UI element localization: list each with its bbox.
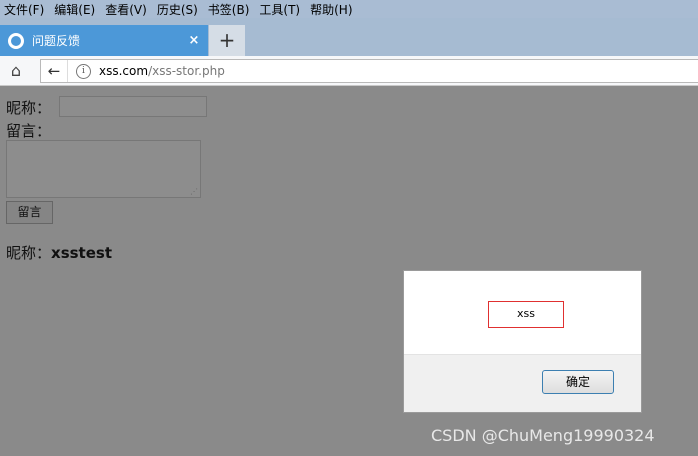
alert-body: xss [404,271,641,354]
alert-dialog: xss 确定 [403,270,642,413]
new-tab-button[interactable]: + [209,25,245,56]
ok-button[interactable]: 确定 [542,370,614,394]
tab-active[interactable]: 问题反馈 × [0,25,208,56]
loading-icon [8,32,24,49]
menu-edit[interactable]: 编辑(E) [50,1,99,18]
watermark: CSDN @ChuMeng19990324 [431,426,655,445]
posted-nickname-label: 昵称： [6,244,52,262]
menu-help[interactable]: 帮助(H) [306,1,356,18]
site-info-icon[interactable]: i [76,63,91,79]
alert-message: xss [488,301,564,328]
menu-bar: 文件(F) 编辑(E) 查看(V) 历史(S) 书签(B) 工具(T) 帮助(H… [0,0,698,18]
close-tab-icon[interactable]: × [184,33,204,48]
home-icon[interactable]: ⌂ [4,60,28,82]
url-path: /xss-stor.php [148,64,225,78]
url-domain: xss.com [99,64,149,78]
menu-history[interactable]: 历史(S) [153,1,202,18]
menu-tools[interactable]: 工具(T) [255,1,304,18]
menu-view[interactable]: 查看(V) [101,1,151,18]
alert-footer: 确定 [404,354,641,412]
nickname-input[interactable] [59,96,207,117]
address-bar[interactable]: ← i xss.com /xss-stor.php [40,59,698,83]
message-textarea[interactable]: ⋰ [6,140,201,198]
nickname-label: 昵称： [6,99,52,117]
tab-strip: 问题反馈 × + [0,18,698,56]
back-arrow-icon[interactable]: ← [41,60,68,82]
resize-grip-icon[interactable]: ⋰ [190,188,198,196]
nav-bar: ⌂ ← i xss.com /xss-stor.php [0,56,698,86]
message-label: 留言： [6,122,52,140]
posted-nickname-value: xsstest [51,244,112,262]
menu-file[interactable]: 文件(F) [0,1,48,18]
menu-bookmarks[interactable]: 书签(B) [204,1,254,18]
tab-title: 问题反馈 [32,34,81,48]
posted-entry: 昵称：xsstest [6,242,112,263]
submit-message-button[interactable]: 留言 [6,201,53,224]
